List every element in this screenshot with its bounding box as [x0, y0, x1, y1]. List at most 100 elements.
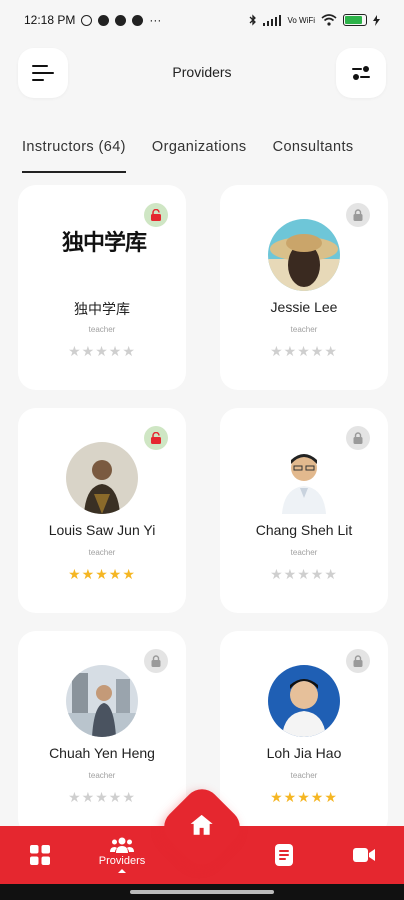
nav-providers-label: Providers	[98, 855, 146, 867]
star-icon: ★	[108, 343, 123, 359]
tab-instructors[interactable]: Instructors (64)	[22, 135, 126, 173]
battery-icon	[343, 14, 367, 26]
star-icon: ★	[297, 789, 311, 805]
provider-card[interactable]: Louis Saw Jun Yi teacher ★★★★★	[18, 408, 186, 613]
unlock-icon[interactable]	[144, 426, 168, 450]
lock-icon[interactable]	[346, 426, 370, 450]
document-icon	[275, 844, 293, 866]
star-icon: ★	[81, 343, 96, 359]
tab-organizations[interactable]: Organizations	[152, 135, 247, 169]
page-title: Providers	[172, 64, 232, 80]
status-bar: 12:18 PM ··· Vo WiFi	[0, 0, 404, 40]
avatar	[268, 219, 340, 291]
star-icon: ★	[270, 566, 284, 582]
status-time: 12:18 PM	[24, 13, 76, 27]
star-icon: ★	[324, 789, 338, 805]
star-icon: ★	[68, 566, 82, 582]
rating-stars: ★★★★★	[220, 343, 388, 360]
rating-stars: ★★★★★	[18, 343, 186, 360]
lock-icon[interactable]	[346, 649, 370, 673]
notification-icon	[98, 14, 110, 26]
menu-button[interactable]	[18, 48, 68, 98]
filter-button[interactable]	[336, 48, 386, 98]
star-icon: ★	[81, 789, 96, 805]
provider-card[interactable]: Chuah Yen Heng teacher ★★★★★	[18, 631, 186, 836]
signal-icon	[263, 14, 282, 26]
nav-providers[interactable]: Providers	[90, 826, 154, 884]
active-indicator	[118, 869, 126, 873]
star-icon: ★	[310, 343, 325, 359]
star-icon: ★	[270, 789, 284, 805]
lock-icon[interactable]	[144, 649, 168, 673]
provider-card[interactable]: 独中学库 独中学库 teacher ★★★★★	[18, 185, 186, 390]
people-icon	[110, 837, 134, 853]
provider-name: Jessie Lee	[270, 299, 338, 315]
check-icon	[132, 14, 144, 26]
charging-icon	[373, 14, 380, 26]
wifi-icon	[321, 14, 337, 26]
tab-consultants[interactable]: Consultants	[273, 135, 354, 169]
provider-card[interactable]: Loh Jia Hao teacher ★★★★★	[220, 631, 388, 836]
alarm-icon	[81, 14, 93, 26]
star-icon: ★	[68, 343, 82, 359]
star-icon: ★	[95, 343, 109, 359]
star-icon: ★	[122, 343, 136, 359]
avatar	[268, 442, 340, 514]
unlock-icon[interactable]	[144, 203, 168, 227]
lock-icon[interactable]	[346, 203, 370, 227]
provider-role: teacher	[290, 548, 318, 557]
star-icon: ★	[95, 566, 109, 582]
star-icon: ★	[324, 343, 338, 359]
provider-name: 独中学库	[74, 301, 130, 317]
star-icon: ★	[310, 789, 325, 805]
provider-name: Louis Saw Jun Yi	[48, 522, 156, 538]
provider-role: teacher	[290, 771, 318, 780]
provider-logo: 独中学库	[62, 230, 147, 256]
provider-card[interactable]: Jessie Lee teacher ★★★★★	[220, 185, 388, 390]
star-icon: ★	[95, 789, 109, 805]
star-icon: ★	[283, 343, 298, 359]
star-icon: ★	[108, 789, 123, 805]
rating-stars: ★★★★★	[18, 566, 186, 583]
home-gesture-bar[interactable]	[130, 890, 274, 894]
avatar	[66, 665, 138, 737]
menu-icon	[32, 65, 54, 81]
provider-role: teacher	[290, 325, 318, 334]
home-icon	[191, 814, 213, 835]
rating-stars: ★★★★★	[220, 789, 388, 806]
provider-name: Chuah Yen Heng	[49, 745, 155, 761]
system-nav-bar	[0, 884, 404, 900]
grid-icon	[30, 845, 50, 865]
avatar	[268, 665, 340, 737]
nav-video[interactable]	[352, 826, 376, 884]
star-icon: ★	[270, 343, 284, 359]
provider-name: Loh Jia Hao	[266, 745, 342, 761]
provider-name: Chang Sheh Lit	[255, 522, 353, 538]
star-icon: ★	[283, 566, 298, 582]
rating-stars: ★★★★★	[220, 566, 388, 583]
more-icon: ···	[149, 13, 162, 27]
video-icon	[353, 848, 375, 862]
provider-card[interactable]: Chang Sheh Lit teacher ★★★★★	[220, 408, 388, 613]
provider-tabs: Instructors (64) Organizations Consultan…	[0, 135, 404, 175]
notification-icon	[115, 14, 127, 26]
avatar	[66, 442, 138, 514]
star-icon: ★	[68, 789, 82, 805]
network-label: Vo WiFi	[287, 15, 315, 25]
provider-role: teacher	[88, 771, 116, 780]
star-icon: ★	[283, 789, 298, 805]
star-icon: ★	[108, 566, 123, 582]
app-header: Providers	[0, 40, 404, 104]
provider-role: teacher	[88, 325, 116, 334]
rating-stars: ★★★★★	[18, 789, 186, 806]
star-icon: ★	[122, 566, 136, 582]
nav-documents[interactable]	[272, 826, 296, 884]
filter-icon	[352, 66, 370, 80]
bluetooth-icon	[249, 14, 257, 26]
star-icon: ★	[324, 566, 338, 582]
star-icon: ★	[297, 566, 311, 582]
provider-role: teacher	[88, 548, 116, 557]
star-icon: ★	[310, 566, 325, 582]
nav-dashboard[interactable]	[20, 826, 60, 884]
star-icon: ★	[122, 789, 136, 805]
